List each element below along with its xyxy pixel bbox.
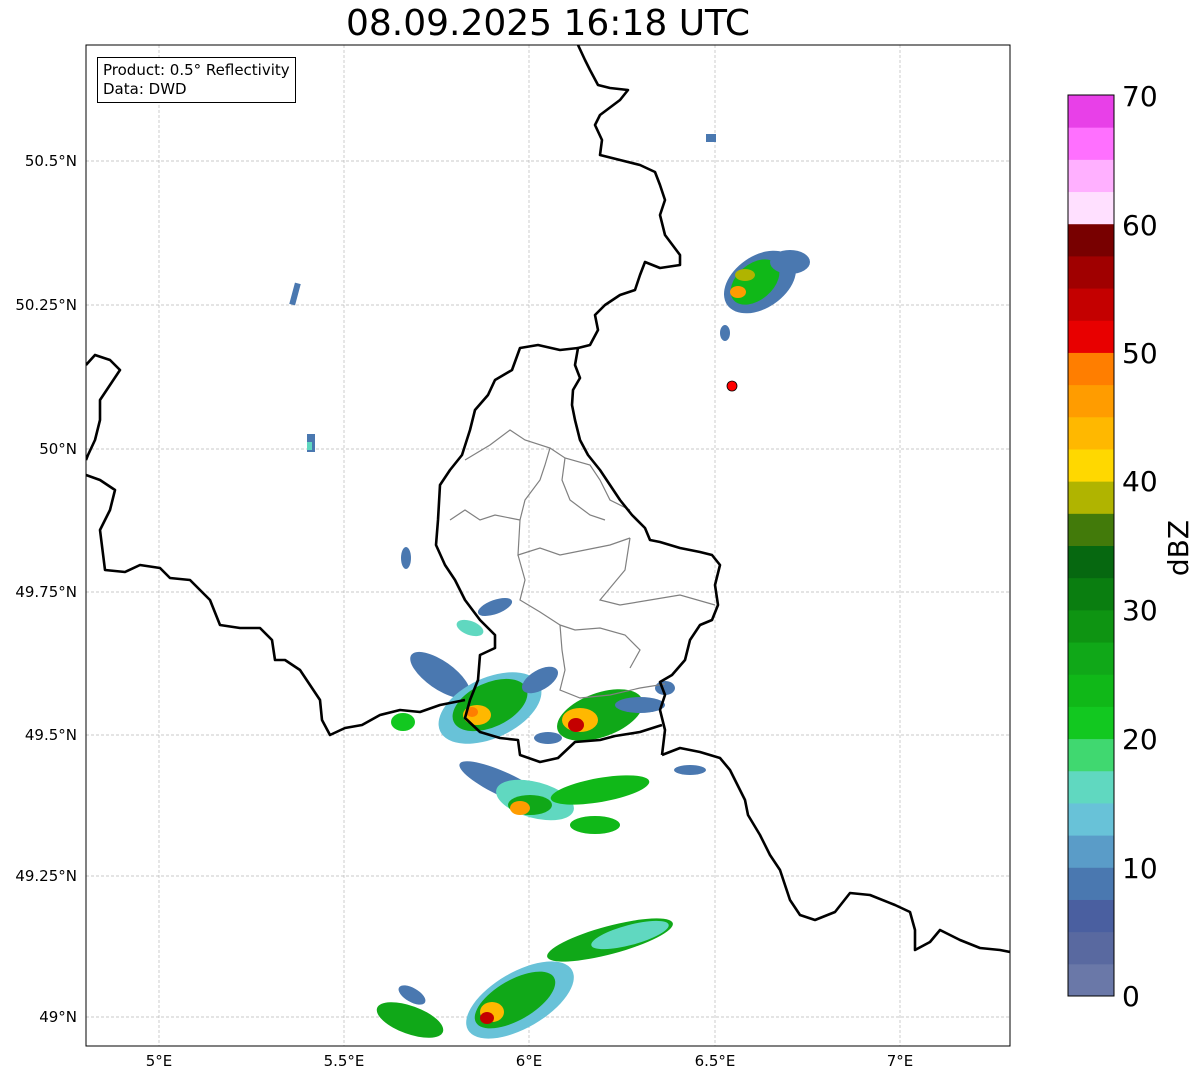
colorbar-tick-label: 50 [1122,337,1158,370]
colorbar-segment [1068,738,1114,772]
colorbar-segment [1068,931,1114,965]
echo-belt-middle [459,761,650,834]
radar-map: 50.5°N 50.25°N 50°N 49.75°N 49.5°N 49.25… [15,44,1195,1070]
colorbar [1067,94,1115,997]
radar-site-marker [726,380,738,392]
colorbar-segment [1068,899,1114,933]
colorbar-segment [1068,770,1114,804]
colorbar-segment [1068,706,1114,740]
colorbar-segment [1068,642,1114,675]
colorbar-segment [1068,513,1114,546]
lat-label: 49.5°N [25,726,77,744]
colorbar-tick-label: 20 [1122,723,1158,756]
lat-label: 50°N [39,440,77,458]
lon-tick-labels: 5°E 5.5°E 6°E 6.5°E 7°E [146,1052,914,1070]
colorbar-segment [1068,288,1114,321]
colorbar-segment [1068,802,1114,836]
colorbar-segment [1068,95,1114,128]
colorbar-segment [1068,416,1114,450]
colorbar-tick-label: 0 [1122,980,1140,1013]
colorbar-tick-label: 30 [1122,594,1158,627]
colorbar-segment [1068,545,1114,579]
colorbar-tick-labels: 70 60 50 40 30 20 10 0 [1122,80,1158,1013]
lat-label: 49.75°N [15,583,77,601]
echo-cell-north [706,134,810,341]
radar-echoes [289,134,810,1039]
colorbar-segment [1068,577,1114,611]
product-label: Product: 0.5° Reflectivity [103,61,290,79]
colorbar-segment [1068,191,1114,225]
lon-label: 6.5°E [695,1052,736,1070]
lon-label: 5°E [146,1052,173,1070]
lat-label: 50.25°N [15,296,77,314]
echo-belt-south [376,918,673,1039]
colorbar-tick-label: 70 [1122,80,1158,113]
colorbar-segment [1068,448,1114,482]
colorbar-segment [1068,255,1114,289]
lon-label: 7°E [887,1052,914,1070]
lat-label: 49.25°N [15,867,77,885]
colorbar-tick-label: 10 [1122,852,1158,885]
lat-label: 49°N [39,1008,77,1026]
lat-label: 50.5°N [25,152,77,170]
colorbar-tick-label: 40 [1122,465,1158,498]
colorbar-segment [1068,127,1114,160]
product-info-box: Product: 0.5° Reflectivity Data: DWD [97,57,296,103]
lon-label: 5.5°E [324,1052,365,1070]
colorbar-segment [1068,481,1114,514]
colorbar-segment [1068,867,1114,900]
canton-boundaries [449,429,716,699]
colorbar-segment [1068,963,1114,997]
colorbar-segment [1068,223,1114,257]
lon-label: 6°E [516,1052,543,1070]
lat-tick-labels: 50.5°N 50.25°N 50°N 49.75°N 49.5°N 49.25… [15,152,77,1026]
colorbar-segment [1068,320,1114,353]
colorbar-segment [1068,609,1114,643]
data-source-label: Data: DWD [103,80,187,98]
colorbar-segment [1068,674,1114,707]
colorbar-tick-label: 60 [1122,209,1158,242]
colorbar-segment [1068,352,1114,386]
colorbar-segment [1068,835,1114,868]
colorbar-segment [1068,159,1114,193]
colorbar-segment [1068,384,1114,418]
colorbar-label: dBZ [1162,520,1195,576]
